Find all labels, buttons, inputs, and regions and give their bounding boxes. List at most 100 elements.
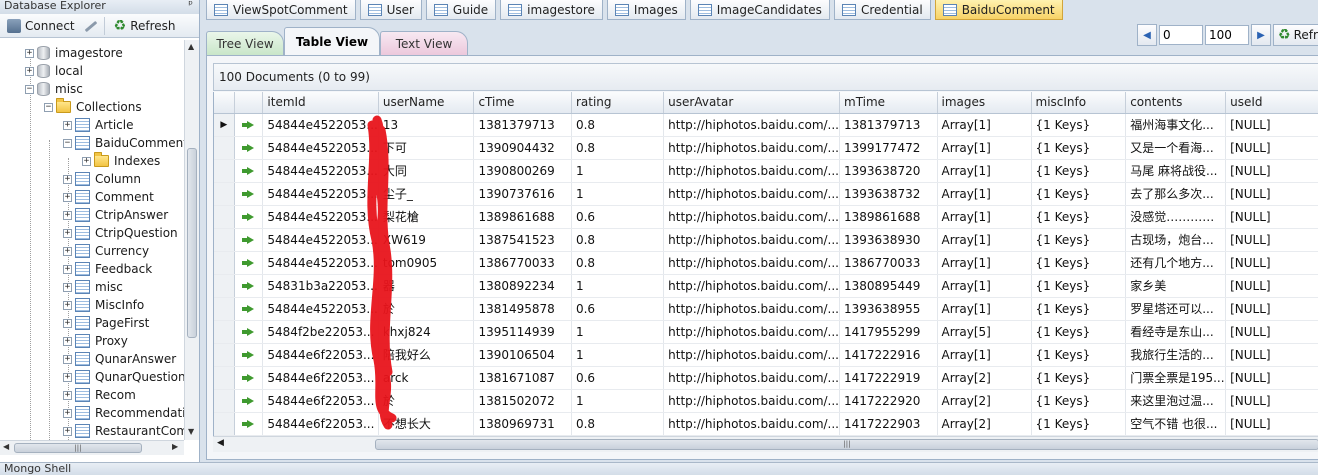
column-header-images[interactable]: images [937, 92, 1032, 114]
cell-itemid[interactable]: 54844e4522053... [262, 159, 379, 183]
expand-icon[interactable]: + [63, 426, 72, 436]
table-row[interactable]: 54844e6f22053... 不想长大 1380969731 0.8 http://… [214, 412, 1318, 436]
tree-node[interactable]: + Proxy [63, 332, 128, 350]
cell-images[interactable]: Array[2] [937, 389, 1032, 413]
table-row[interactable]: 54844e6f22053... 於 1381502072 1 http://hipho… [214, 389, 1318, 413]
cell-ctime[interactable]: 1380892234 [473, 274, 572, 298]
expand-icon[interactable]: + [63, 246, 72, 256]
cell-useravatar[interactable]: http://hiphotos.baidu.com/... [663, 113, 840, 137]
row-header[interactable] [214, 343, 235, 367]
expand-icon[interactable]: + [63, 354, 72, 364]
cell-images[interactable]: Array[5] [937, 320, 1032, 344]
table-row[interactable]: 54844e4522053... 大同 1390800269 1 http://hiph… [214, 159, 1318, 183]
row-arrow-icon[interactable] [241, 304, 254, 313]
column-header-itemid[interactable]: itemId [262, 92, 379, 114]
row-header[interactable] [214, 182, 235, 206]
tree-node[interactable]: + MiscInfo [63, 296, 144, 314]
cell-useid[interactable]: [NULL] [1225, 297, 1318, 321]
cell-useid[interactable]: [NULL] [1225, 320, 1318, 344]
tree-node[interactable]: + Indexes [82, 152, 160, 170]
cell-ctime[interactable]: 1395114939 [473, 320, 572, 344]
expand-icon[interactable]: + [63, 264, 72, 274]
row-header[interactable] [214, 297, 235, 321]
scroll-thumb[interactable]: ||| [375, 439, 1318, 450]
cell-images[interactable]: Array[1] [937, 343, 1032, 367]
cell-useid[interactable]: [NULL] [1225, 136, 1318, 160]
tab-guide[interactable]: Guide [425, 0, 497, 20]
expand-icon[interactable]: + [63, 390, 72, 400]
cell-miscinfo[interactable]: {1 Keys} [1031, 343, 1127, 367]
cell-ctime[interactable]: 1381495878 [473, 297, 572, 321]
column-header-contents[interactable]: contents [1125, 92, 1227, 114]
cell-mtime[interactable]: 1380895449 [839, 274, 938, 298]
expand-icon[interactable]: + [63, 318, 72, 328]
cell-contents[interactable]: 门票全票是195... [1125, 366, 1227, 390]
tab-credential[interactable]: Credential [833, 0, 931, 20]
tree-node[interactable]: + RestaurantCom [63, 422, 184, 440]
row-header[interactable] [214, 412, 235, 436]
cell-mtime[interactable]: 1381379713 [839, 113, 938, 137]
cell-itemid[interactable]: 54844e4522053... [262, 136, 379, 160]
mongo-shell-panel[interactable]: Mongo Shell [0, 462, 1318, 475]
refresh-button[interactable]: ♻ Refresh [109, 16, 181, 36]
cell-ctime[interactable]: 1390737616 [473, 182, 572, 206]
expand-icon[interactable]: + [25, 66, 34, 76]
row-arrow-icon[interactable] [241, 235, 254, 244]
cell-itemid[interactable]: 54844e6f22053... [262, 366, 379, 390]
tree-node[interactable]: + Recom [63, 386, 136, 404]
cell-contents[interactable]: 没感觉………… [1125, 205, 1227, 229]
disconnect-icon[interactable] [82, 19, 100, 33]
cell-contents[interactable]: 看经寺是东山... [1125, 320, 1227, 344]
cell-mtime[interactable]: 1393638720 [839, 159, 938, 183]
collapse-icon[interactable]: − [63, 138, 72, 148]
cell-miscinfo[interactable]: {1 Keys} [1031, 412, 1127, 436]
scroll-thumb[interactable] [187, 148, 197, 338]
connect-button[interactable]: Connect [2, 16, 80, 36]
table-row[interactable]: 54844e4522053... 於 1381495878 0.6 http://hip… [214, 297, 1318, 321]
expand-icon[interactable]: + [63, 210, 72, 220]
row-arrow-icon[interactable] [241, 373, 254, 382]
cell-images[interactable]: Array[1] [937, 251, 1032, 275]
tree-node[interactable]: + QunarQuestion [63, 368, 184, 386]
cell-itemid[interactable]: 5484f2be22053... [262, 320, 379, 344]
cell-useravatar[interactable]: http://hiphotos.baidu.com/... [663, 343, 840, 367]
cell-mtime[interactable]: 1417222920 [839, 389, 938, 413]
cell-username[interactable]: tom0905 [378, 251, 475, 275]
tree-node[interactable]: + PageFirst [63, 314, 149, 332]
column-header-mtime[interactable]: mTime [839, 92, 938, 114]
cell-username[interactable]: arck [378, 366, 475, 390]
cell-mtime[interactable]: 1417222903 [839, 412, 938, 436]
cell-rating[interactable]: 1 [571, 320, 665, 344]
row-arrow-icon[interactable] [241, 212, 254, 221]
table-row[interactable]: 54844e4522053... 下可 1390904432 0.8 http://hi… [214, 136, 1318, 160]
cell-username[interactable]: 不想长大 [378, 412, 475, 436]
next-page-button[interactable]: ▶ [1251, 24, 1271, 46]
row-expand-cell[interactable] [234, 366, 264, 390]
cell-images[interactable]: Array[2] [937, 366, 1032, 390]
table-refresh-button[interactable]: ♻ Refresh [1273, 24, 1318, 46]
cell-useid[interactable]: [NULL] [1225, 113, 1318, 137]
tree-node[interactable]: − misc [25, 80, 83, 98]
tree-node[interactable]: + Column [63, 170, 141, 188]
row-arrow-icon[interactable] [241, 120, 254, 129]
tab-images[interactable]: Images [606, 0, 686, 20]
table-row[interactable]: 5484f2be22053... khxj824 1395114939 1 http:/… [214, 320, 1318, 344]
cell-miscinfo[interactable]: {1 Keys} [1031, 320, 1127, 344]
cell-useravatar[interactable]: http://hiphotos.baidu.com/... [663, 320, 840, 344]
row-header[interactable] [214, 251, 235, 275]
tree-horizontal-scrollbar[interactable]: ◀ ||| ▶ [0, 440, 184, 455]
cell-ctime[interactable]: 1390800269 [473, 159, 572, 183]
tab-imagecandidates[interactable]: ImageCandidates [689, 0, 830, 20]
expand-icon[interactable]: + [63, 120, 72, 130]
tree-node[interactable]: + Currency [63, 242, 149, 260]
cell-useid[interactable]: [NULL] [1225, 251, 1318, 275]
row-arrow-icon[interactable] [241, 166, 254, 175]
cell-ctime[interactable]: 1390106504 [473, 343, 572, 367]
cell-images[interactable]: Array[1] [937, 136, 1032, 160]
table-row[interactable]: 54831b3a22053... 器 1380892234 1 http://hipho… [214, 274, 1318, 298]
cell-miscinfo[interactable]: {1 Keys} [1031, 136, 1127, 160]
cell-rating[interactable]: 0.8 [571, 251, 665, 275]
cell-itemid[interactable]: 54844e4522053... [262, 228, 379, 252]
cell-useravatar[interactable]: http://hiphotos.baidu.com/... [663, 389, 840, 413]
cell-useid[interactable]: [NULL] [1225, 412, 1318, 436]
